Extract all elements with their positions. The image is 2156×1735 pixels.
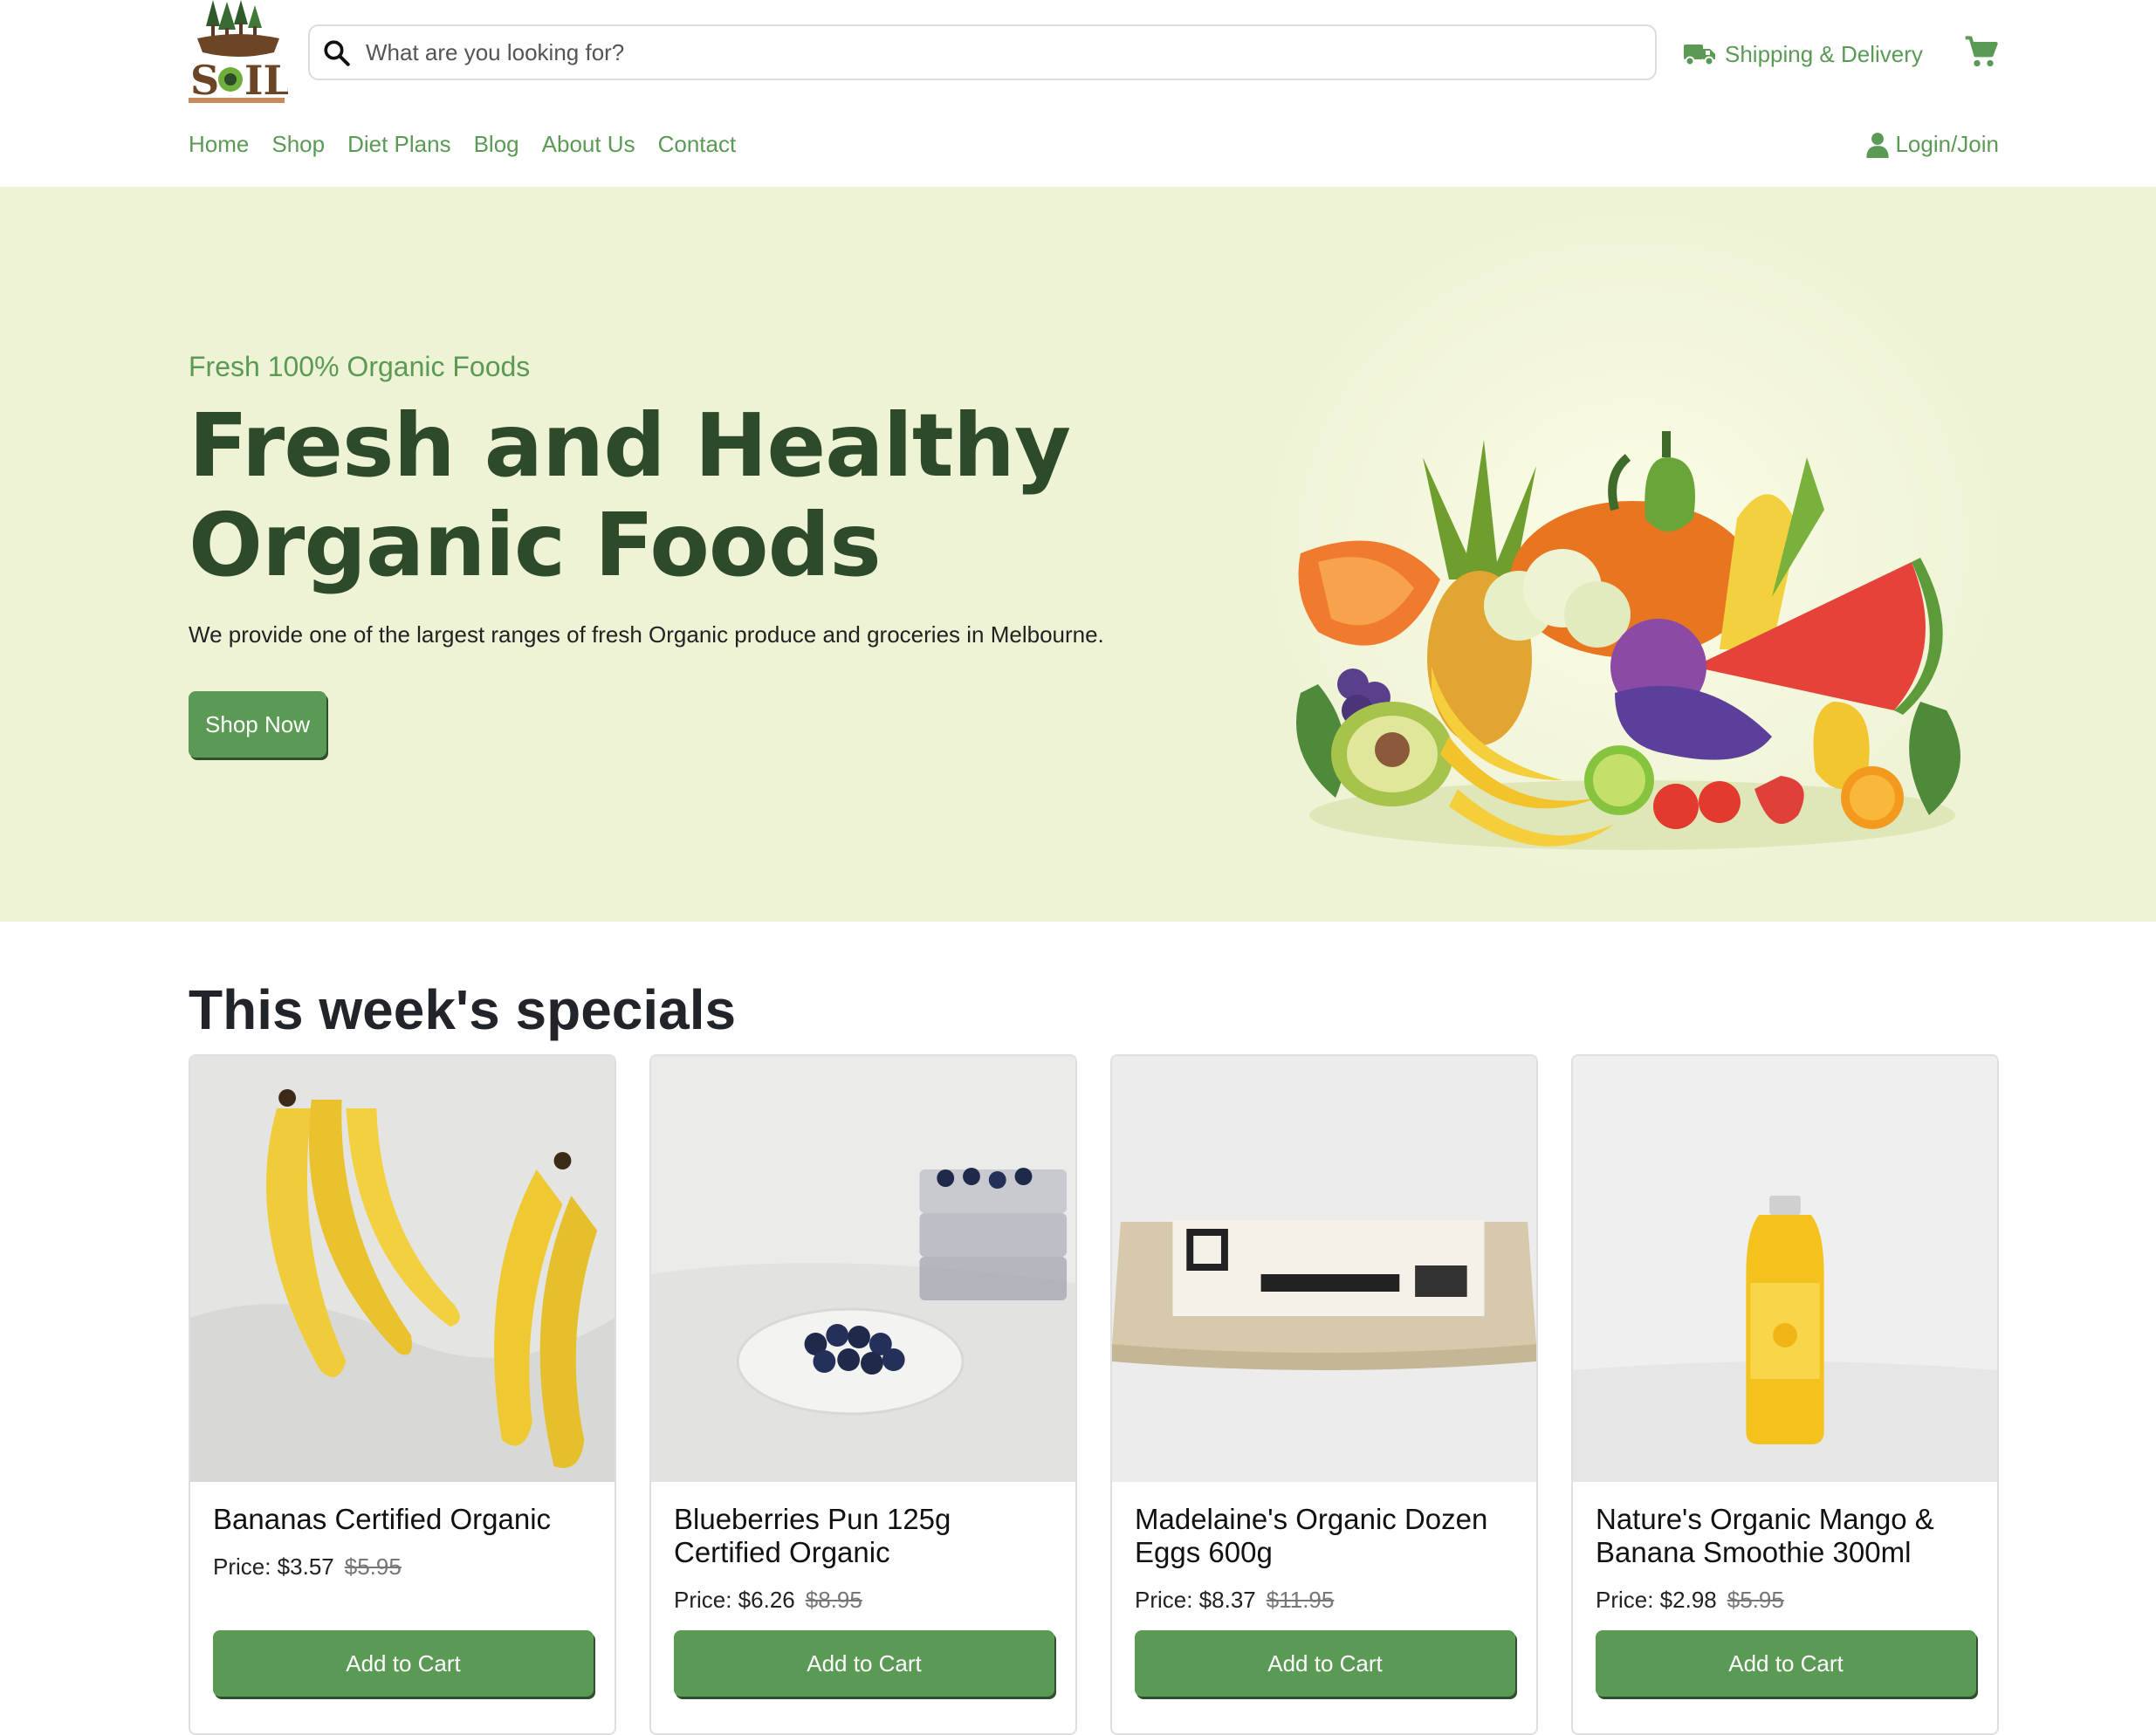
hero-title: Fresh and Healthy Organic Foods — [189, 396, 1280, 595]
original-price: $5.95 — [344, 1553, 402, 1580]
original-price: $8.95 — [805, 1587, 862, 1613]
nav-about-us[interactable]: About Us — [542, 131, 635, 158]
search-icon — [324, 40, 350, 66]
nav-contact[interactable]: Contact — [658, 131, 737, 158]
product-card[interactable]: Nature's Organic Mango & Banana Smoothie… — [1571, 1054, 1999, 1735]
product-price: Price: $2.98 $5.95 — [1596, 1587, 1784, 1614]
product-card[interactable]: Madelaine's Organic Dozen Eggs 600g Pric… — [1110, 1054, 1538, 1735]
svg-text:IL: IL — [244, 57, 288, 104]
add-to-cart-button[interactable]: Add to Cart — [674, 1630, 1054, 1697]
nav-shop[interactable]: Shop — [271, 131, 325, 158]
current-price: Price: $3.57 — [213, 1553, 334, 1580]
product-card[interactable]: Bananas Certified Organic Price: $3.57 $5… — [189, 1054, 616, 1735]
product-name: Bananas Certified Organic — [213, 1503, 552, 1535]
original-price: $11.95 — [1266, 1587, 1335, 1613]
product-name: Nature's Organic Mango & Banana Smoothie… — [1596, 1503, 1934, 1568]
add-to-cart-button[interactable]: Add to Cart — [1596, 1630, 1976, 1697]
hero-eyebrow: Fresh 100% Organic Foods — [189, 351, 531, 382]
product-price: Price: $3.57 $5.95 — [213, 1553, 402, 1581]
soil-logo[interactable]: S IL — [189, 0, 292, 108]
current-price: Price: $6.26 — [674, 1587, 795, 1613]
product-image-smoothie[interactable] — [1573, 1056, 1997, 1482]
add-to-cart-button[interactable]: Add to Cart — [1135, 1630, 1515, 1697]
main-nav: Home Shop Diet Plans Blog About Us Conta… — [189, 131, 759, 158]
shop-now-button[interactable]: Shop Now — [189, 691, 326, 758]
nav-blog[interactable]: Blog — [474, 131, 519, 158]
hero-title-line1: Fresh and Healthy — [189, 394, 1071, 497]
product-name: Blueberries Pun 125g Certified Organic — [674, 1503, 951, 1568]
site-header: S IL Shipping & Delivery — [0, 0, 2156, 187]
cart-icon — [1965, 36, 1998, 67]
hero-title-line2: Organic Foods — [189, 494, 882, 596]
specials-heading: This week's specials — [189, 978, 737, 1041]
product-grid: Bananas Certified Organic Price: $3.57 $5… — [189, 1054, 2001, 1735]
hero-banner: Fresh 100% Organic Foods Fresh and Healt… — [0, 187, 2156, 922]
nav-diet-plans[interactable]: Diet Plans — [347, 131, 451, 158]
shipping-delivery-link[interactable]: Shipping & Delivery — [1683, 37, 1923, 72]
product-price: Price: $8.37 $11.95 — [1135, 1587, 1334, 1614]
search-input[interactable] — [366, 31, 1631, 73]
product-image-bananas[interactable] — [190, 1056, 615, 1482]
cart-button[interactable] — [1964, 35, 1999, 70]
product-name: Madelaine's Organic Dozen Eggs 600g — [1135, 1503, 1488, 1568]
fruit-vegetable-illustration — [1296, 431, 1960, 850]
shipping-label: Shipping & Delivery — [1725, 40, 1923, 67]
product-image-blueberries[interactable] — [651, 1056, 1075, 1482]
login-join-link[interactable]: Login/Join — [1865, 131, 1999, 158]
nav-home[interactable]: Home — [189, 131, 249, 158]
login-label: Login/Join — [1895, 131, 1999, 157]
search-bar[interactable] — [308, 24, 1657, 80]
add-to-cart-button[interactable]: Add to Cart — [213, 1630, 594, 1697]
hero-description: We provide one of the largest ranges of … — [189, 621, 1104, 648]
truck-icon — [1684, 45, 1715, 66]
original-price: $5.95 — [1727, 1587, 1784, 1613]
product-image-eggs[interactable] — [1112, 1056, 1536, 1482]
product-price: Price: $6.26 $8.95 — [674, 1587, 862, 1614]
user-icon — [1866, 132, 1890, 158]
current-price: Price: $8.37 — [1135, 1587, 1256, 1613]
current-price: Price: $2.98 — [1596, 1587, 1717, 1613]
svg-text:S: S — [190, 57, 219, 104]
product-card[interactable]: Blueberries Pun 125g Certified Organic P… — [649, 1054, 1077, 1735]
